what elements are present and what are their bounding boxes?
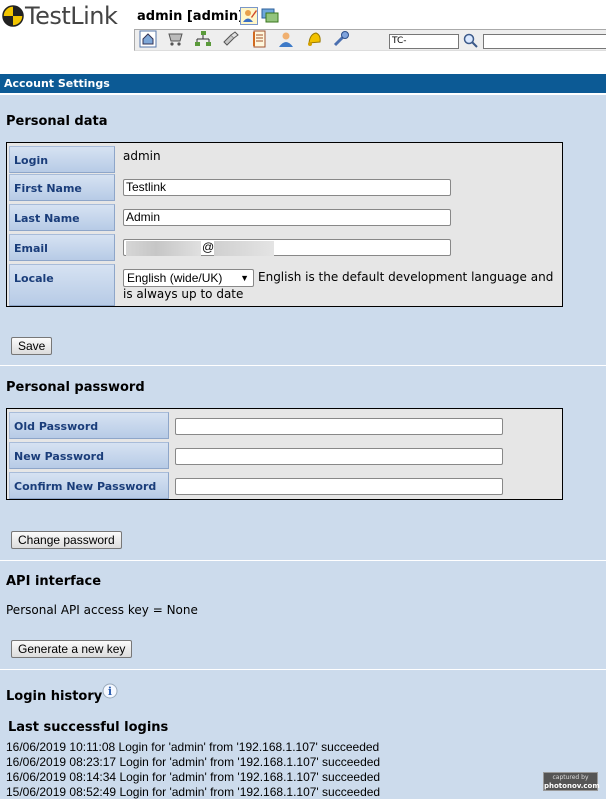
confirm-password-field[interactable]	[175, 478, 503, 495]
specs-icon[interactable]	[222, 30, 240, 48]
old-password-label: Old Password	[9, 412, 169, 439]
save-button[interactable]: Save	[11, 337, 53, 355]
section-divider	[0, 365, 606, 366]
personal-password-heading: Personal password	[6, 380, 145, 395]
old-password-field[interactable]	[175, 418, 503, 435]
first-name-field[interactable]: Testlink	[123, 179, 451, 196]
global-search-input[interactable]	[483, 34, 606, 49]
edit-profile-icon[interactable]	[240, 7, 258, 25]
bell-icon[interactable]	[305, 30, 323, 48]
generate-key-button[interactable]: Generate a new key	[11, 640, 133, 658]
projects-icon[interactable]	[261, 7, 279, 25]
redacted-email-domain	[214, 241, 274, 256]
email-field[interactable]: @	[123, 239, 451, 256]
password-form: Old Password New Password Confirm New Pa…	[6, 408, 563, 500]
app-logo[interactable]: TestLink	[2, 2, 118, 30]
locale-label: Locale	[9, 264, 115, 306]
info-icon[interactable]: i	[102, 683, 118, 699]
home-icon[interactable]	[139, 30, 157, 48]
svg-text:i: i	[108, 685, 112, 698]
personal-data-form: Login admin First Name Testlink Last Nam…	[6, 142, 563, 307]
email-label: Email	[9, 234, 115, 261]
redacted-email-user	[126, 241, 201, 256]
last-logins-subheading: Last successful logins	[8, 720, 169, 735]
login-value: admin	[123, 149, 161, 163]
notebook-icon[interactable]	[250, 30, 268, 48]
app-name: TestLink	[25, 2, 118, 30]
api-key-text: Personal API access key = None	[6, 603, 198, 617]
page-title: Account Settings	[0, 74, 606, 93]
api-interface-heading: API interface	[6, 574, 102, 589]
section-divider	[0, 560, 606, 561]
last-name-field[interactable]: Admin	[123, 209, 451, 226]
user-title: admin [admin]	[137, 9, 245, 24]
key-icon[interactable]	[332, 30, 350, 48]
watermark-line2: photonov.com	[544, 782, 600, 790]
locale-note: English is the default development langu…	[123, 270, 554, 301]
last-name-label: Last Name	[9, 204, 115, 231]
testlink-logo-icon	[2, 5, 24, 27]
login-history-entry: 15/06/2019 08:52:49 Login for 'admin' fr…	[6, 785, 381, 799]
new-password-field[interactable]	[175, 448, 503, 465]
capture-watermark: captured by photonov.com	[543, 772, 600, 791]
first-name-label: First Name	[9, 174, 115, 201]
confirm-password-label: Confirm New Password	[9, 472, 169, 499]
login-label: Login	[9, 146, 115, 173]
login-history-entry: 16/06/2019 08:14:34 Login for 'admin' fr…	[6, 770, 381, 784]
login-history-entry: 16/06/2019 08:23:17 Login for 'admin' fr…	[6, 755, 381, 769]
new-password-label: New Password	[9, 442, 169, 469]
email-at-sign: @	[202, 240, 215, 254]
top-header: TestLink admin [admin] TC-	[0, 0, 606, 74]
cart-icon[interactable]	[167, 30, 185, 48]
section-divider	[0, 669, 606, 670]
search-icon[interactable]	[462, 32, 480, 50]
watermark-line1: captured by	[552, 774, 589, 781]
login-history-heading: Login history	[6, 689, 103, 704]
tree-icon[interactable]	[194, 30, 212, 48]
change-password-button[interactable]: Change password	[11, 531, 122, 549]
personal-data-heading: Personal data	[6, 114, 108, 129]
tc-search-input[interactable]: TC-	[389, 34, 459, 49]
user-icon[interactable]	[277, 30, 295, 48]
account-settings-content: Personal data Login admin First Name Tes…	[0, 95, 606, 799]
login-history-entry: 16/06/2019 10:11:08 Login for 'admin' fr…	[6, 740, 380, 754]
